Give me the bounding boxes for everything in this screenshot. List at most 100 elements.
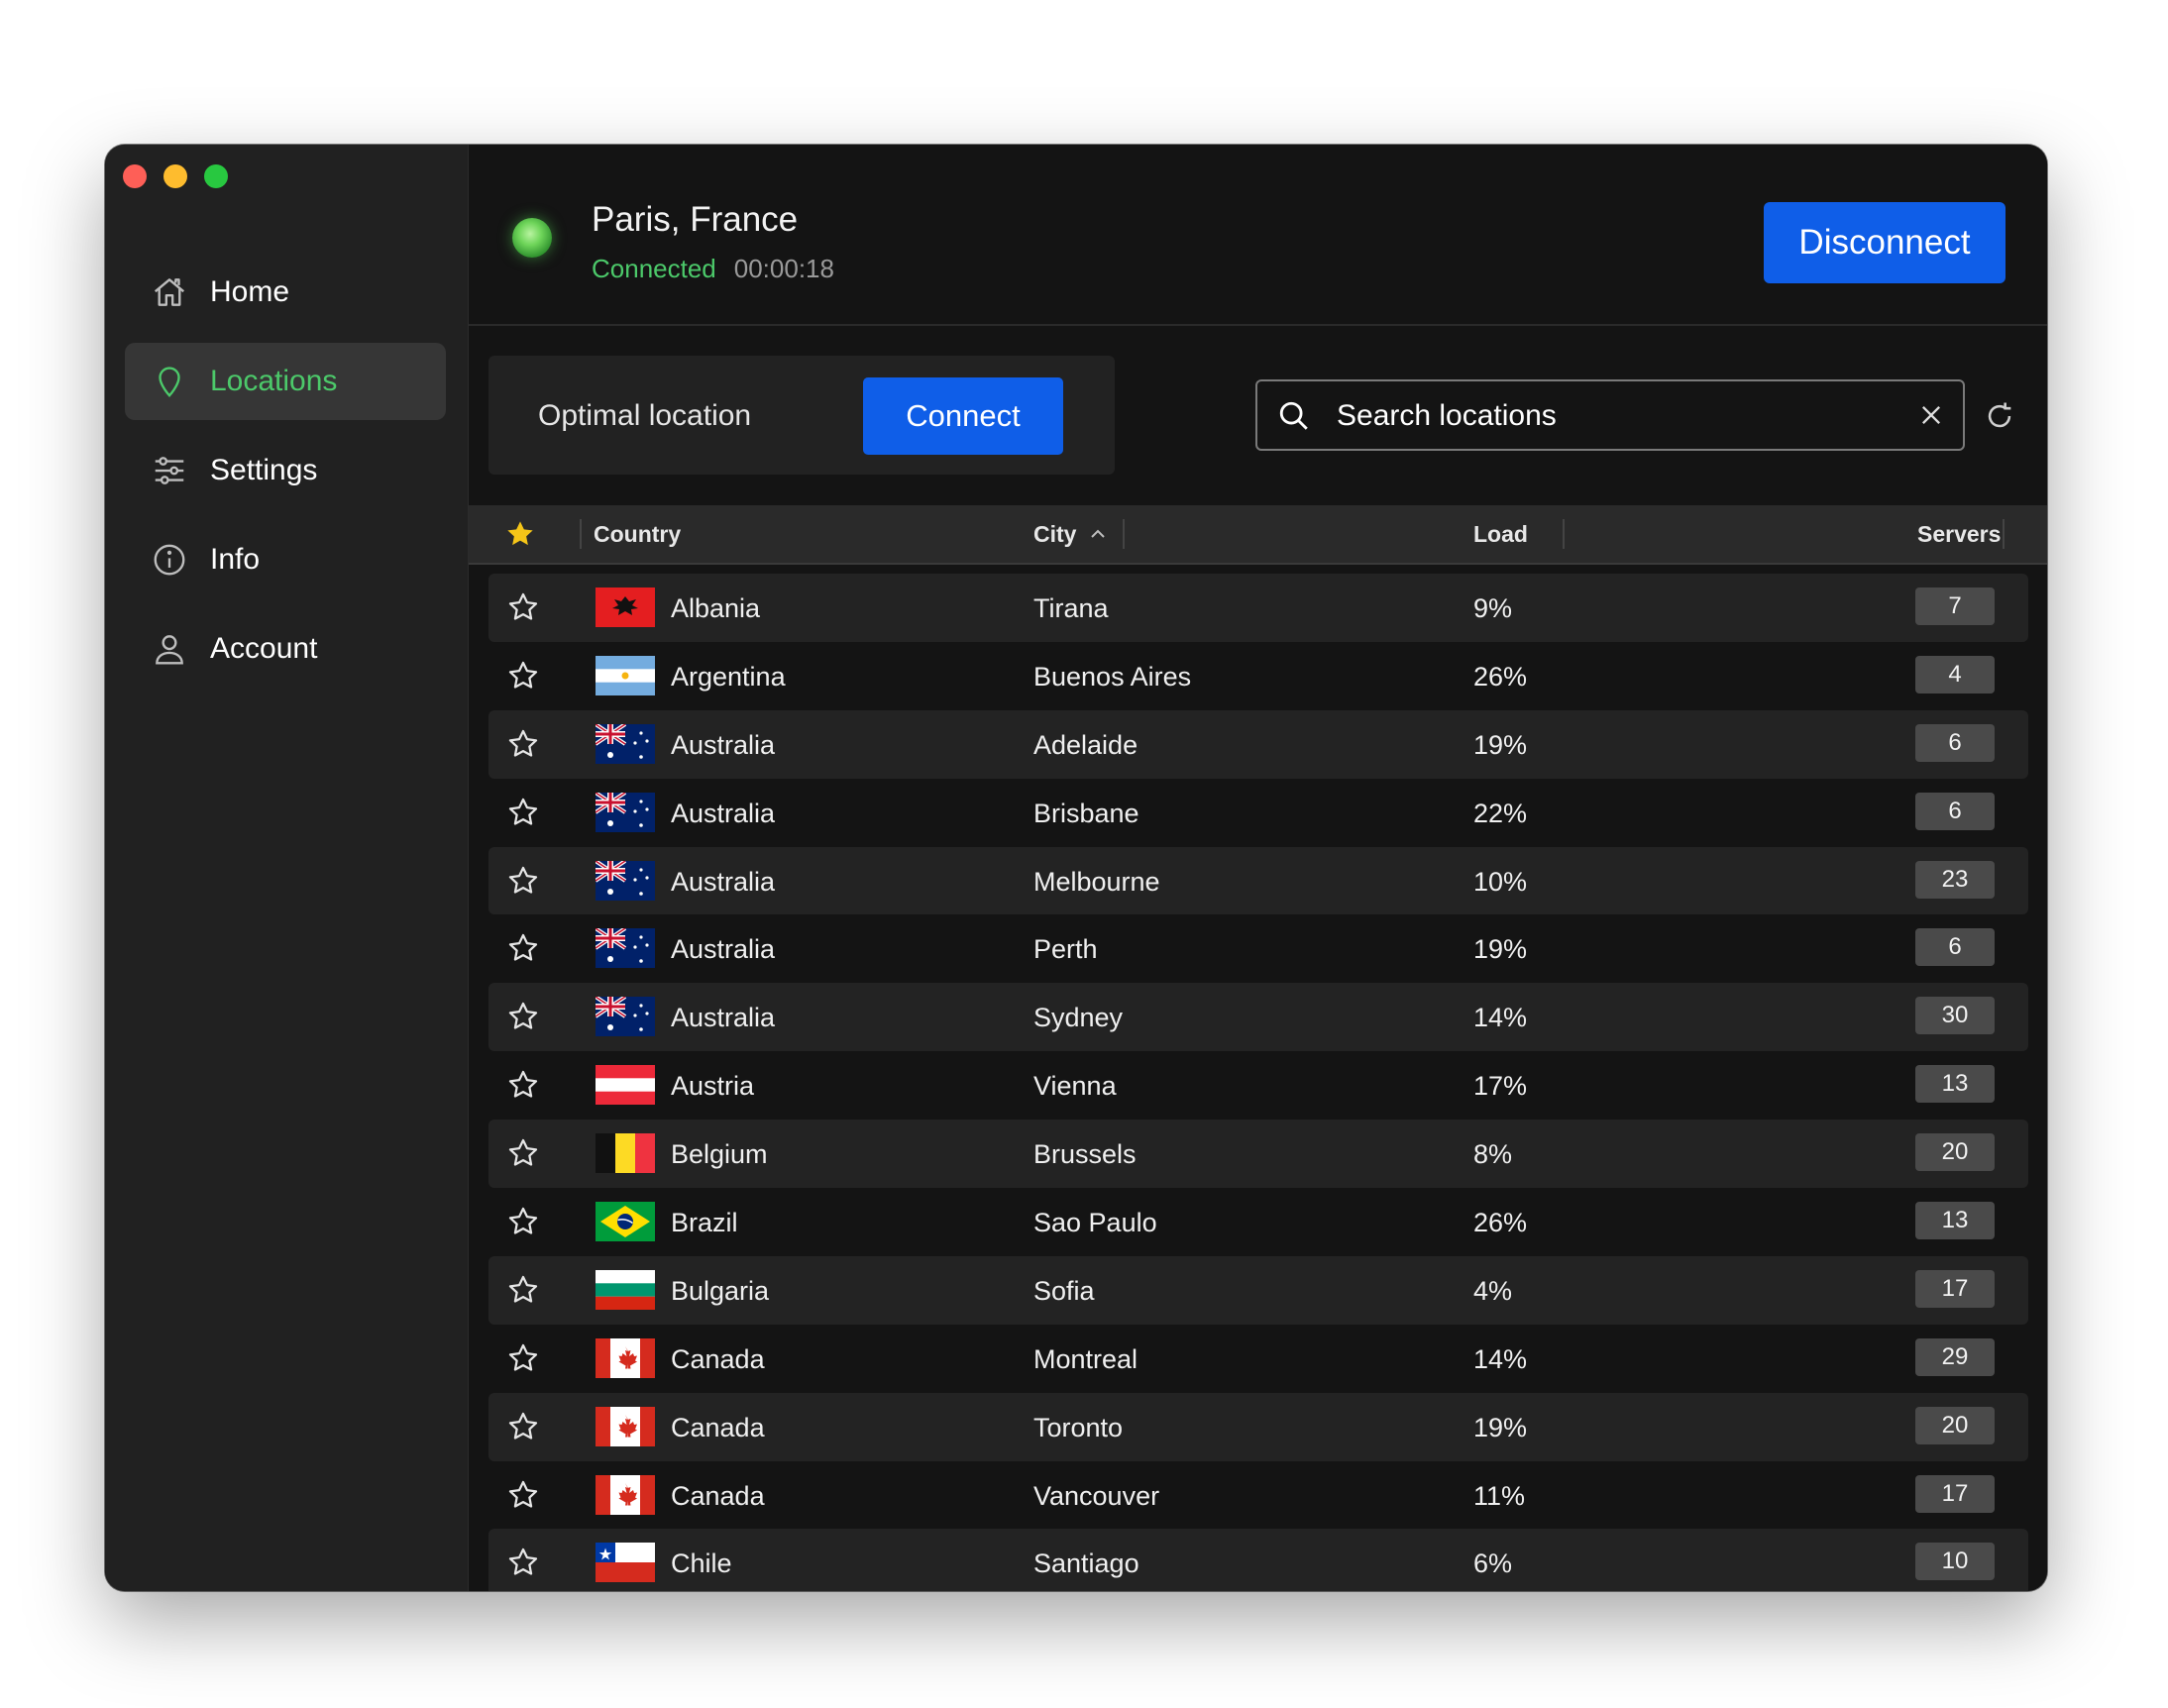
row-country: Canada	[671, 1480, 765, 1511]
table-row[interactable]: Australia Melbourne 10% 23	[488, 846, 2028, 915]
row-load: 11%	[1473, 1480, 1526, 1511]
star-outline-icon[interactable]	[506, 727, 540, 761]
load-column-header[interactable]: Load	[1473, 505, 1528, 563]
row-load: 26%	[1473, 661, 1528, 692]
row-country: Australia	[671, 866, 776, 897]
row-country: Australia	[671, 729, 776, 760]
clear-search-icon[interactable]	[1917, 401, 1945, 429]
sidebar-item-label: Locations	[210, 365, 338, 397]
row-servers-badge: 17	[1915, 1269, 1995, 1308]
sidebar-item-home[interactable]: Home	[125, 254, 446, 331]
favorites-column-header[interactable]	[504, 505, 536, 563]
flag-br-icon	[596, 1202, 655, 1242]
table-row[interactable]: Canada Vancouver 11% 17	[488, 1461, 2028, 1530]
minimize-window-button[interactable]	[163, 164, 187, 188]
column-divider	[1123, 519, 1125, 549]
star-outline-icon[interactable]	[506, 1000, 540, 1033]
main-panel: Paris, France Connected 00:00:18 Disconn…	[469, 145, 2047, 1591]
zoom-window-button[interactable]	[204, 164, 228, 188]
star-outline-icon[interactable]	[506, 1068, 540, 1102]
table-row[interactable]: Chile Santiago 6% 10	[488, 1529, 2028, 1591]
sidebar-item-locations[interactable]: Locations	[125, 343, 446, 420]
table-row[interactable]: Brazil Sao Paulo 26% 13	[488, 1188, 2028, 1256]
row-country: Chile	[671, 1548, 732, 1579]
city-column-header[interactable]: City	[1033, 505, 1076, 563]
row-load: 19%	[1473, 1412, 1528, 1442]
search-icon	[1279, 401, 1308, 430]
servers-column-header[interactable]: Servers	[1917, 505, 2001, 563]
close-window-button[interactable]	[123, 164, 147, 188]
star-outline-icon[interactable]	[506, 796, 540, 829]
row-load: 14%	[1473, 1343, 1528, 1374]
star-outline-icon[interactable]	[506, 1205, 540, 1238]
connect-optimal-button[interactable]: Connect	[863, 377, 1063, 455]
row-servers-badge: 20	[1915, 1133, 1995, 1172]
info-icon	[154, 544, 185, 576]
row-servers-badge: 29	[1915, 1337, 1995, 1376]
row-load: 19%	[1473, 729, 1528, 760]
window-controls	[123, 164, 228, 188]
row-servers-badge: 20	[1915, 1406, 1995, 1444]
row-city: Buenos Aires	[1033, 661, 1192, 692]
refresh-icon[interactable]	[1983, 399, 2016, 433]
row-load: 4%	[1473, 1275, 1513, 1306]
row-city: Vancouver	[1033, 1480, 1160, 1511]
star-outline-icon[interactable]	[506, 931, 540, 965]
flag-be-icon	[596, 1133, 655, 1174]
row-servers-badge: 7	[1915, 587, 1995, 625]
star-outline-icon[interactable]	[506, 659, 540, 693]
row-city: Brussels	[1033, 1139, 1137, 1170]
row-city: Sao Paulo	[1033, 1208, 1157, 1238]
locations-toolbar: Optimal location Connect	[469, 324, 2047, 505]
star-outline-icon[interactable]	[506, 1341, 540, 1375]
star-outline-icon[interactable]	[506, 1410, 540, 1443]
search-input[interactable]	[1335, 391, 1894, 441]
sidebar-item-label: Info	[210, 543, 261, 576]
table-row[interactable]: Australia Sydney 14% 30	[488, 983, 2028, 1052]
table-row[interactable]: Australia Adelaide 19% 6	[488, 709, 2028, 779]
table-row[interactable]: Austria Vienna 17% 13	[488, 1051, 2028, 1120]
row-country: Bulgaria	[671, 1275, 770, 1306]
table-row[interactable]: Belgium Brussels 8% 20	[488, 1120, 2028, 1189]
sidebar-item-info[interactable]: Info	[125, 521, 446, 598]
row-city: Sofia	[1033, 1275, 1095, 1306]
table-row[interactable]: Canada Toronto 19% 20	[488, 1392, 2028, 1461]
table-row[interactable]: Albania Tirana 9% 7	[488, 574, 2028, 642]
table-row[interactable]: Bulgaria Sofia 4% 17	[488, 1255, 2028, 1325]
sidebar-item-account[interactable]: Account	[125, 610, 446, 688]
row-city: Vienna	[1033, 1071, 1117, 1102]
table-row[interactable]: Argentina Buenos Aires 26% 4	[488, 642, 2028, 710]
row-load: 9%	[1473, 593, 1513, 623]
row-city: Melbourne	[1033, 866, 1160, 897]
disconnect-button[interactable]: Disconnect	[1764, 202, 2005, 283]
row-load: 8%	[1473, 1139, 1513, 1170]
row-city: Adelaide	[1033, 729, 1138, 760]
star-outline-icon[interactable]	[506, 1136, 540, 1170]
row-country: Australia	[671, 798, 776, 828]
sliders-icon	[155, 457, 184, 484]
table-row[interactable]: Australia Brisbane 22% 6	[488, 779, 2028, 847]
sort-ascending-icon[interactable]	[1089, 527, 1107, 541]
star-outline-icon[interactable]	[506, 1546, 540, 1579]
row-load: 10%	[1473, 866, 1528, 897]
connection-header: Paris, France Connected 00:00:18 Disconn…	[469, 145, 2047, 326]
row-city: Toronto	[1033, 1412, 1124, 1442]
country-column-header[interactable]: Country	[594, 505, 681, 563]
sidebar-item-settings[interactable]: Settings	[125, 432, 446, 509]
locations-list: Albania Tirana 9% 7 Argentina Buenos Aires 26%…	[488, 574, 2028, 1591]
table-row[interactable]: Canada Montreal 14% 29	[488, 1325, 2028, 1393]
row-servers-badge: 10	[1915, 1543, 1995, 1581]
row-load: 14%	[1473, 1003, 1528, 1033]
table-row[interactable]: Australia Perth 19% 6	[488, 914, 2028, 983]
star-outline-icon[interactable]	[506, 1478, 540, 1512]
star-outline-icon[interactable]	[506, 590, 540, 624]
row-city: Montreal	[1033, 1343, 1138, 1374]
connection-timer: 00:00:18	[733, 254, 834, 283]
map-pin-icon	[159, 367, 180, 398]
home-icon	[154, 278, 185, 306]
row-load: 19%	[1473, 934, 1528, 965]
servers-column-label: Servers	[1917, 520, 2002, 547]
star-outline-icon[interactable]	[506, 864, 540, 898]
flag-au-icon	[596, 997, 655, 1037]
star-outline-icon[interactable]	[506, 1273, 540, 1307]
